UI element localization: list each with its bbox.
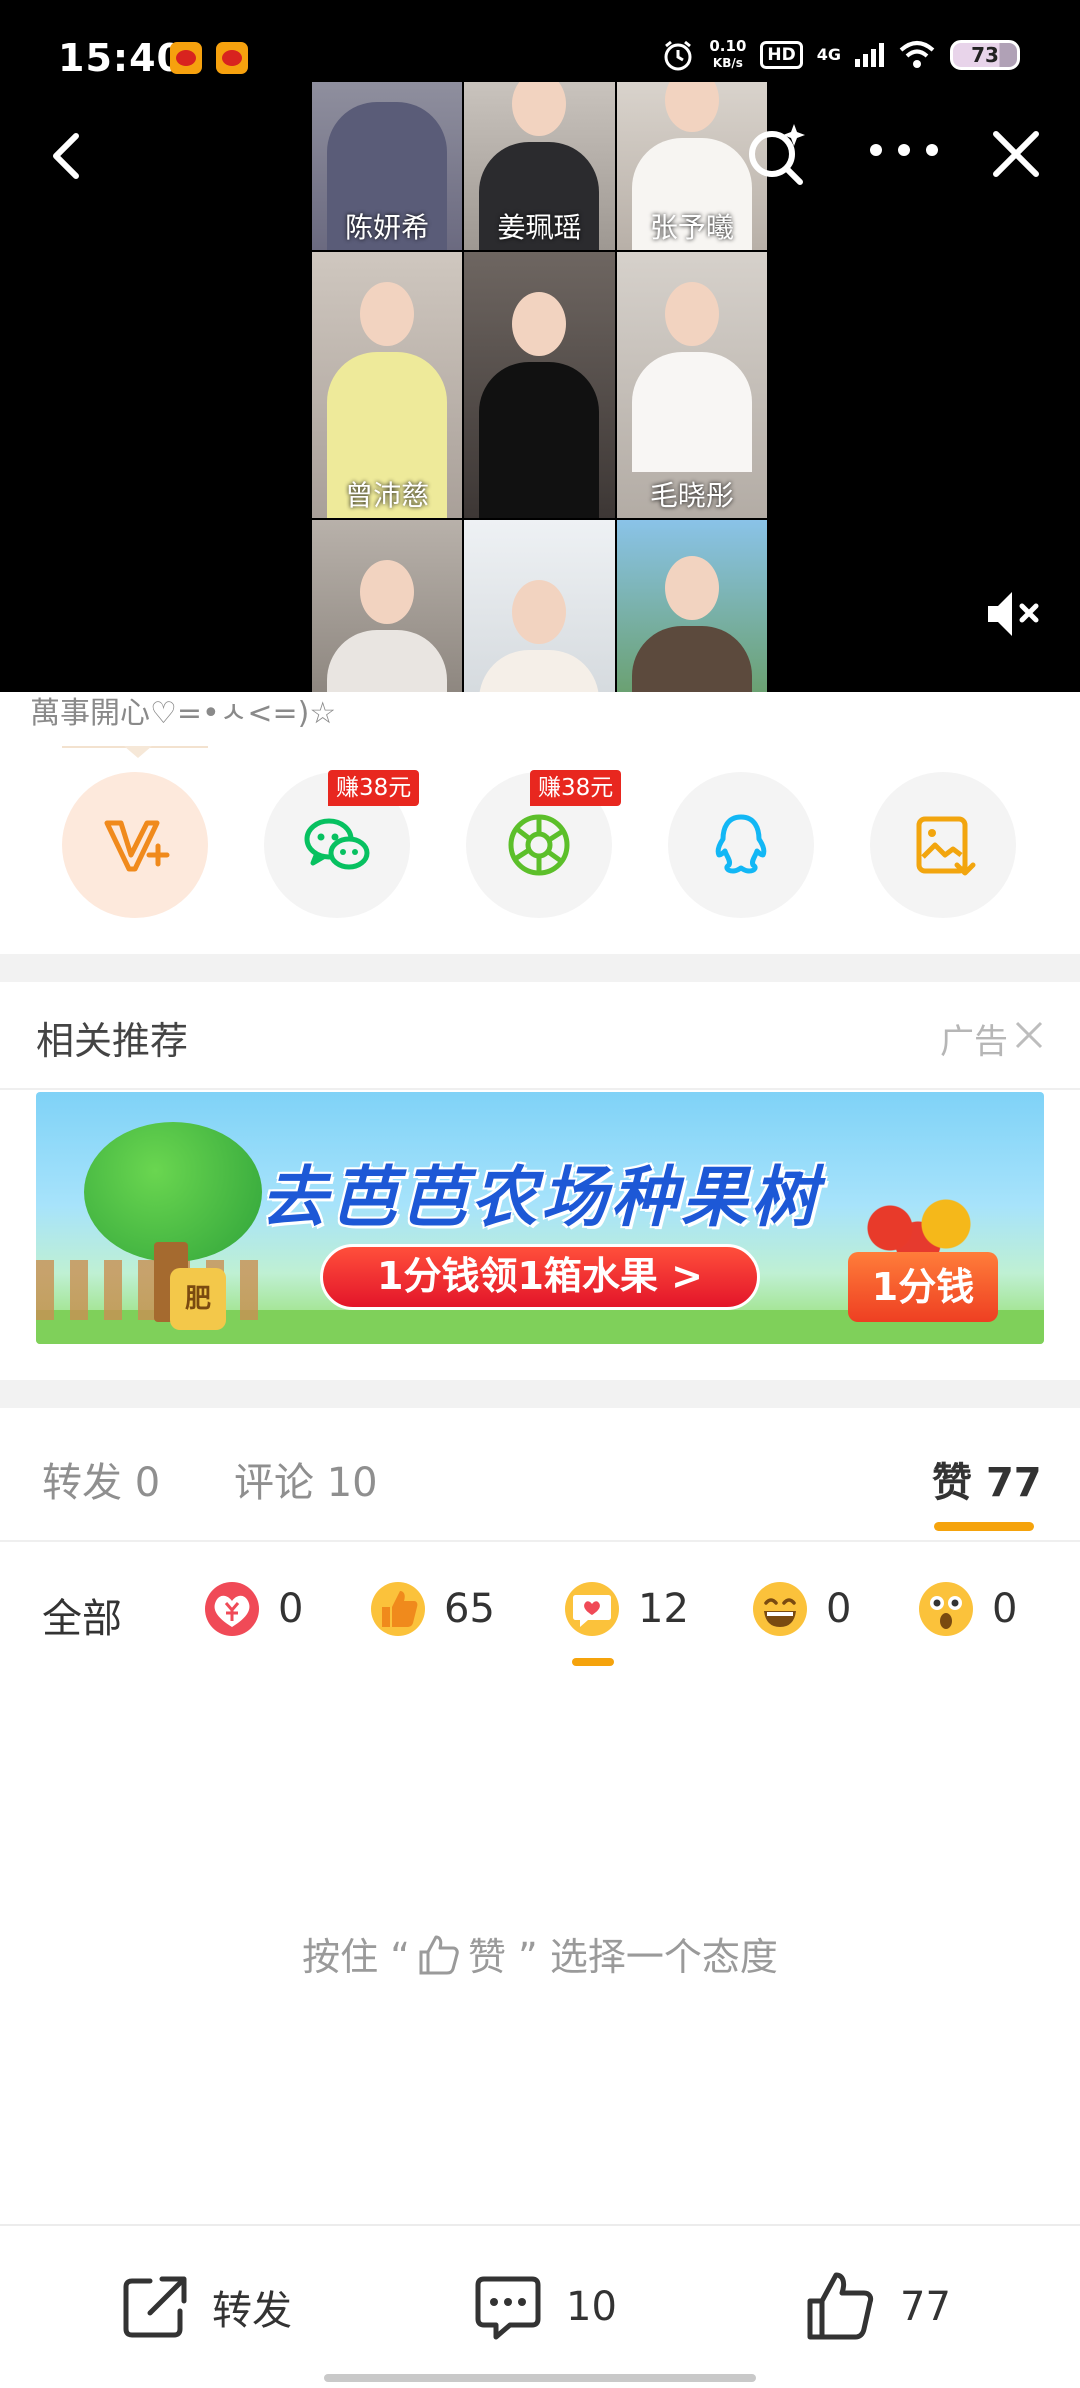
person-name: 毛晓彤 bbox=[649, 479, 734, 512]
reaction-filter-laugh[interactable]: 0 bbox=[750, 1576, 851, 1642]
network-speed: 0.10 KB/s bbox=[709, 37, 747, 71]
ad-close-icon[interactable] bbox=[1014, 1020, 1044, 1050]
ad-label: 广告 bbox=[940, 1022, 1008, 1062]
video-cell bbox=[464, 252, 615, 518]
save-image-button[interactable] bbox=[870, 772, 1016, 918]
reaction-filter-thumbs[interactable]: 65 bbox=[368, 1576, 495, 1642]
weibo-app-icon bbox=[170, 42, 202, 74]
search-spark-icon[interactable] bbox=[742, 118, 812, 188]
mute-icon[interactable] bbox=[984, 588, 1044, 640]
video-player[interactable]: 15:40 0.10 KB/s HD 4G 73 陈妍希 姜珮瑶 张予曦 曾沛慈… bbox=[0, 0, 1080, 692]
close-icon[interactable] bbox=[986, 124, 1046, 184]
banner-title: 去芭芭农场种果树 bbox=[261, 1159, 821, 1236]
thumbs-up-icon bbox=[371, 1582, 425, 1636]
recommend-divider bbox=[0, 1088, 1080, 1090]
wechat-icon bbox=[304, 818, 370, 870]
active-tab-indicator bbox=[934, 1522, 1034, 1531]
person-figure bbox=[631, 556, 752, 692]
video-cell bbox=[312, 520, 463, 692]
ad-banner[interactable]: 肥 去芭芭农场种果树 1分钱领1箱水果 > 1分钱 bbox=[36, 1092, 1044, 1344]
repost-label: 转发 bbox=[212, 2288, 292, 2334]
share-icon bbox=[123, 2276, 187, 2338]
active-reaction-indicator bbox=[572, 1658, 614, 1666]
back-icon[interactable] bbox=[38, 126, 98, 186]
post-caption: 萬事開心♡=•ㅅ<=)☆ bbox=[30, 696, 337, 731]
battery-indicator: 73 bbox=[950, 40, 1020, 70]
more-icon[interactable] bbox=[866, 130, 942, 170]
person-name: 姜珮瑶 bbox=[497, 211, 582, 244]
video-cell bbox=[616, 520, 767, 692]
video-cell: 毛晓彤 bbox=[616, 252, 767, 518]
person-figure bbox=[327, 560, 448, 692]
hd-badge: HD bbox=[760, 41, 803, 69]
thumbs-up-outline-icon bbox=[419, 1935, 459, 1975]
home-indicator[interactable] bbox=[324, 2374, 756, 2382]
tab-repost[interactable]: 转发 0 bbox=[42, 1450, 160, 1508]
interaction-tabs: 转发 0 评论 10 赞 77 bbox=[0, 1410, 1080, 1540]
section-divider bbox=[0, 954, 1080, 982]
comment-icon bbox=[475, 2276, 541, 2340]
video-cell: 曾沛慈 bbox=[312, 252, 463, 518]
tree-illustration bbox=[84, 1122, 262, 1262]
tab-likes[interactable]: 赞 77 bbox=[932, 1450, 1042, 1508]
banner-fence bbox=[36, 1260, 266, 1320]
earn-badge: 赚38元 bbox=[328, 770, 420, 806]
reaction-filter-surprised[interactable]: 0 bbox=[916, 1576, 1017, 1642]
like-button[interactable]: 77 bbox=[804, 2262, 951, 2352]
caption-pointer bbox=[124, 746, 152, 758]
thumbs-up-icon bbox=[807, 2272, 874, 2340]
video-cell bbox=[464, 520, 615, 692]
repost-button[interactable]: 转发 bbox=[116, 2262, 292, 2352]
share-row: 赚38元 赚38元 bbox=[0, 770, 1080, 922]
network-type: 4G bbox=[816, 45, 841, 64]
comment-button[interactable]: 10 bbox=[470, 2262, 617, 2352]
like-count: 77 bbox=[900, 2284, 951, 2330]
heart-bubble-icon bbox=[565, 1582, 619, 1636]
moments-icon bbox=[508, 814, 570, 876]
share-vip-button[interactable] bbox=[62, 772, 208, 918]
person-figure bbox=[479, 292, 600, 518]
qq-icon bbox=[715, 814, 767, 874]
status-indicators: 0.10 KB/s HD 4G 73 bbox=[661, 38, 1020, 72]
fertilizer-bag: 肥 bbox=[170, 1268, 226, 1330]
share-qq-button[interactable] bbox=[668, 772, 814, 918]
signal-icon bbox=[855, 43, 884, 67]
save-image-icon bbox=[916, 816, 976, 876]
person-name: 张予曦 bbox=[649, 211, 734, 244]
earn-badge: 赚38元 bbox=[530, 770, 622, 806]
reaction-filter-all[interactable]: 全部 bbox=[42, 1586, 122, 1644]
heart-coin-icon bbox=[205, 1582, 259, 1636]
vip-plus-icon bbox=[104, 820, 170, 872]
laughing-face-icon bbox=[753, 1582, 807, 1636]
empty-state-hint: 按住 “ 赞 ” 选择一个态度 bbox=[0, 1926, 1080, 1981]
status-time: 15:40 bbox=[58, 36, 184, 80]
reaction-filter-row: 全部 0 65 12 0 0 bbox=[0, 1560, 1080, 1660]
person-figure bbox=[631, 282, 752, 472]
alarm-icon bbox=[664, 40, 692, 71]
weibo-app-icon bbox=[216, 42, 248, 74]
banner-price-tag: 1分钱 bbox=[848, 1252, 998, 1322]
person-name: 陈妍希 bbox=[345, 211, 430, 244]
bottom-bar-divider bbox=[0, 2224, 1080, 2226]
wifi-icon bbox=[899, 41, 935, 68]
recommend-title: 相关推荐 bbox=[36, 1019, 189, 1063]
reaction-filter-heart[interactable]: 0 bbox=[202, 1576, 303, 1642]
comment-count: 10 bbox=[566, 2284, 617, 2330]
person-figure bbox=[479, 580, 600, 692]
status-bar: 15:40 0.10 KB/s HD 4G 73 bbox=[0, 0, 1080, 118]
banner-cta-button[interactable]: 1分钱领1箱水果 > bbox=[320, 1244, 760, 1310]
tabs-divider bbox=[0, 1540, 1080, 1542]
tab-comments[interactable]: 评论 10 bbox=[234, 1450, 378, 1508]
surprised-face-icon bbox=[919, 1582, 973, 1636]
person-name: 曾沛慈 bbox=[345, 479, 430, 512]
section-divider bbox=[0, 1380, 1080, 1408]
reaction-filter-heart-bubble[interactable]: 12 bbox=[562, 1576, 689, 1642]
video-thumbnail-grid: 陈妍希 姜珮瑶 张予曦 曾沛慈 毛晓彤 bbox=[312, 82, 767, 692]
